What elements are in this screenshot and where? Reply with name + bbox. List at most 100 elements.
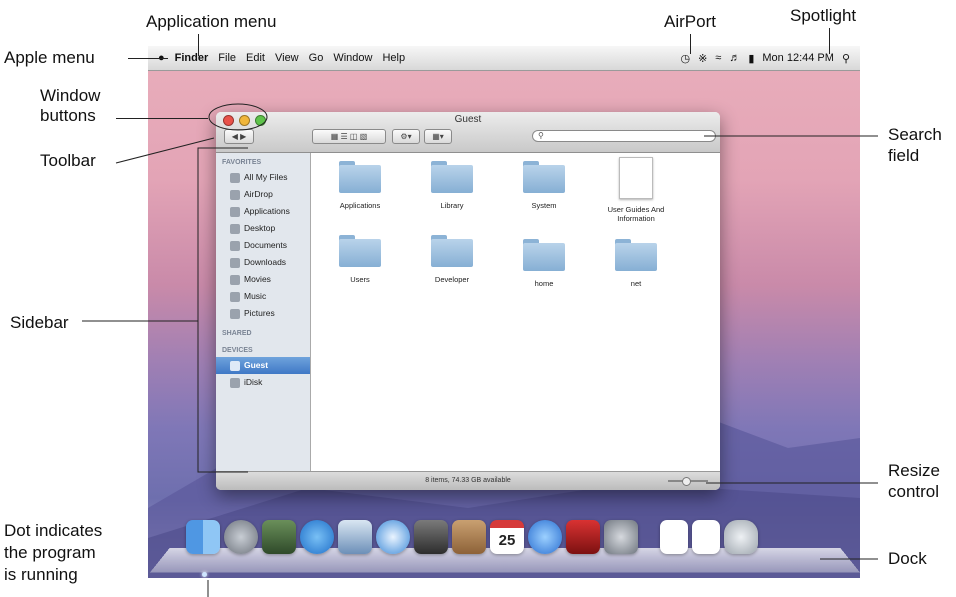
item-label: Users (350, 275, 370, 284)
sidebar-item-pictures[interactable]: Pictures (216, 305, 310, 322)
address-book-icon[interactable] (452, 520, 486, 554)
item-user-guides[interactable]: User Guides And Information (591, 157, 681, 223)
sidebar-item-guest[interactable]: Guest (216, 357, 310, 374)
hard-drive-icon (230, 360, 240, 371)
file-browser: Applications Library System User Guides … (311, 153, 720, 472)
sidebar-item-desktop[interactable]: Desktop (216, 220, 310, 237)
leader-line (128, 58, 168, 59)
facetime-icon[interactable] (414, 520, 448, 554)
menu-view[interactable]: View (275, 52, 299, 64)
callout-sidebar: Sidebar (10, 313, 69, 332)
callout-search-field-1: Search (888, 125, 942, 144)
pictures-icon (230, 308, 240, 319)
menu-file[interactable]: File (218, 52, 236, 64)
finder-window: Guest ◀ ▶ ▦ ☰ ◫ ▧ ⚙▾ ▦▾ ⚲ FAVORITES All … (216, 112, 720, 490)
photo-booth-icon[interactable] (566, 520, 600, 554)
leader-line (690, 34, 691, 54)
time-machine-icon[interactable]: ◷ (680, 52, 690, 65)
menu-help[interactable]: Help (382, 52, 405, 64)
sidebar-item-label: Downloads (244, 257, 287, 267)
folder-icon (339, 235, 381, 267)
preview-icon[interactable] (338, 520, 372, 554)
folder-icon (523, 239, 565, 271)
sidebar-item-applications[interactable]: Applications (216, 203, 310, 220)
folder-icon (339, 161, 381, 193)
sidebar-header-shared: SHARED (222, 330, 252, 337)
all-my-files-icon (230, 172, 240, 183)
callout-apple-menu: Apple menu (4, 48, 95, 67)
back-forward-button[interactable]: ◀ ▶ (224, 129, 254, 144)
resize-control[interactable] (668, 477, 708, 486)
search-input[interactable]: ⚲ (532, 130, 716, 142)
sidebar-item-all-my-files[interactable]: All My Files (216, 169, 310, 186)
safari-icon[interactable] (376, 520, 410, 554)
wifi-icon[interactable]: ≈ (715, 52, 721, 64)
item-label: User Guides And Information (607, 205, 665, 223)
ical-icon[interactable]: 25 (490, 520, 524, 554)
menu-finder[interactable]: Finder (175, 52, 209, 64)
view-buttons[interactable]: ▦ ☰ ◫ ▧ (312, 129, 386, 144)
callout-resize-control-2: control (888, 482, 940, 501)
document-icon[interactable] (660, 520, 688, 554)
itunes-icon[interactable] (528, 520, 562, 554)
item-net[interactable]: net (591, 239, 681, 288)
callout-dot-2: the program (4, 543, 96, 562)
document-icon[interactable] (692, 520, 720, 554)
callout-resize-control-1: Resize (888, 461, 940, 480)
bluetooth-icon[interactable]: ※ (698, 52, 707, 65)
menu-window[interactable]: Window (333, 52, 372, 64)
folder-icon (615, 239, 657, 271)
running-indicator-dot (202, 572, 207, 577)
action-button[interactable]: ⚙▾ (392, 129, 420, 144)
sidebar-item-documents[interactable]: Documents (216, 237, 310, 254)
sidebar-item-music[interactable]: Music (216, 288, 310, 305)
leader-line (198, 34, 199, 56)
menu-go[interactable]: Go (309, 52, 324, 64)
spotlight-icon[interactable]: ⚲ (842, 52, 850, 65)
volume-icon[interactable]: ♬ (729, 52, 740, 64)
mission-control-icon[interactable] (262, 520, 296, 554)
sidebar-item-idisk[interactable]: iDisk (216, 374, 310, 391)
item-home[interactable]: home (499, 239, 589, 288)
callout-window-buttons-2: buttons (40, 106, 96, 125)
status-text: 8 items, 74.33 GB available (425, 477, 511, 484)
clock[interactable]: Mon 12:44 PM (762, 52, 834, 64)
item-label: Library (440, 201, 464, 210)
callout-application-menu: Application menu (146, 12, 277, 31)
idisk-icon (230, 377, 240, 388)
callout-airport: AirPort (664, 12, 716, 31)
folder-icon (523, 161, 565, 193)
item-library[interactable]: Library (407, 161, 497, 210)
trash-icon[interactable] (724, 520, 758, 554)
sidebar-item-airdrop[interactable]: AirDrop (216, 186, 310, 203)
item-users[interactable]: Users (315, 235, 405, 284)
leader-line (829, 28, 830, 54)
system-preferences-icon[interactable] (604, 520, 638, 554)
downloads-icon (230, 257, 240, 268)
documents-icon (230, 240, 240, 251)
status-bar: 8 items, 74.33 GB available (216, 471, 720, 490)
sidebar-item-downloads[interactable]: Downloads (216, 254, 310, 271)
item-applications[interactable]: Applications (315, 161, 405, 210)
item-label: Developer (434, 275, 470, 284)
arrange-button[interactable]: ▦▾ (424, 129, 452, 144)
callout-spotlight: Spotlight (790, 6, 857, 25)
sidebar-item-movies[interactable]: Movies (216, 271, 310, 288)
app-store-icon[interactable] (300, 520, 334, 554)
sidebar-item-label: Documents (244, 240, 287, 250)
item-label: net (630, 279, 642, 288)
movies-icon (230, 274, 240, 285)
resize-knob[interactable] (682, 477, 691, 486)
callout-dock: Dock (888, 549, 927, 568)
finder-icon[interactable] (186, 520, 220, 554)
item-developer[interactable]: Developer (407, 235, 497, 284)
launchpad-icon[interactable] (224, 520, 258, 554)
menu-edit[interactable]: Edit (246, 52, 265, 64)
battery-icon[interactable]: ▮ (748, 52, 754, 65)
sidebar-item-label: Pictures (244, 308, 275, 318)
item-label: Applications (339, 201, 381, 210)
sidebar-item-label: All My Files (244, 172, 288, 182)
item-system[interactable]: System (499, 161, 589, 210)
callout-window-buttons-1: Window (40, 86, 101, 105)
sidebar-item-label: AirDrop (244, 189, 273, 199)
